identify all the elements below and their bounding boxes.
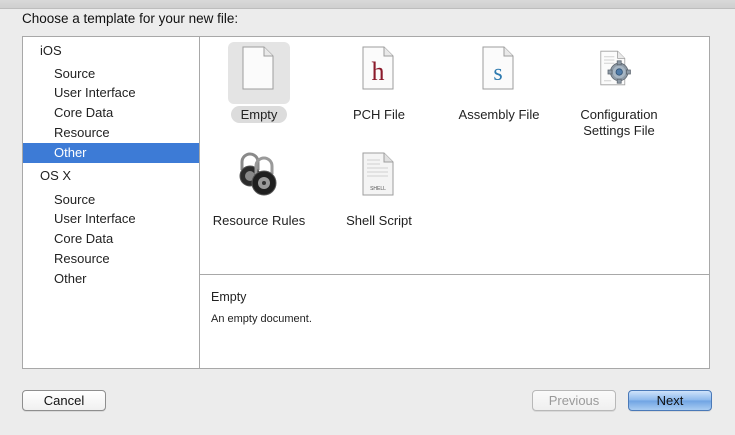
- description-title: Empty: [211, 290, 247, 304]
- sidebar-item-ios-source[interactable]: Source: [23, 64, 199, 84]
- template-tile-resource-rules[interactable]: Resource Rules: [199, 148, 319, 229]
- template-label-pch-file: PCH File: [352, 107, 405, 122]
- sidebar-item-ios-user-interface[interactable]: User Interface: [23, 83, 199, 103]
- assembly-file-glyph: s: [493, 60, 502, 86]
- template-label-assembly-file: Assembly File: [458, 107, 540, 122]
- template-label-empty: Empty: [230, 106, 288, 123]
- next-button[interactable]: Next: [628, 390, 712, 411]
- sidebar-item-ios-other[interactable]: Other: [23, 143, 199, 163]
- sidebar-group-ios[interactable]: iOS: [23, 41, 199, 61]
- sidebar-item-osx-core-data[interactable]: Core Data: [23, 229, 199, 249]
- sidebar-item-osx-source[interactable]: Source: [23, 190, 199, 210]
- dialog-heading: Choose a template for your new file:: [22, 11, 239, 26]
- window-top-edge: [0, 0, 735, 9]
- template-description-area: Empty An empty document.: [200, 275, 709, 368]
- cancel-button[interactable]: Cancel: [22, 390, 106, 411]
- template-label-configuration-line1: Configuration: [580, 107, 658, 122]
- template-grid: Empty h PCH File s Assembly File Configu…: [200, 37, 709, 275]
- description-body: An empty document.: [211, 313, 312, 325]
- sidebar-item-osx-other[interactable]: Other: [23, 269, 199, 289]
- template-tile-pch-file[interactable]: h PCH File: [319, 42, 439, 123]
- sidebar-item-osx-resource[interactable]: Resource: [23, 249, 199, 269]
- template-label-configuration-line2: Settings File: [583, 123, 655, 138]
- template-tile-assembly-file[interactable]: s Assembly File: [439, 42, 559, 123]
- template-label-resource-rules: Resource Rules: [212, 213, 306, 228]
- template-tile-shell-script[interactable]: SHELL Shell Script: [319, 148, 439, 229]
- sidebar-group-osx[interactable]: OS X: [23, 166, 199, 186]
- shell-script-document-icon: SHELL: [348, 148, 410, 210]
- sidebar-item-osx-user-interface[interactable]: User Interface: [23, 209, 199, 229]
- shell-script-icon-text: SHELL: [370, 186, 386, 192]
- template-category-sidebar: iOS Source User Interface Core Data Reso…: [23, 37, 200, 368]
- template-tile-empty[interactable]: Empty: [199, 42, 319, 123]
- template-chooser-panel: iOS Source User Interface Core Data Reso…: [22, 36, 710, 369]
- previous-button[interactable]: Previous: [532, 390, 616, 411]
- template-tile-configuration-settings-file[interactable]: Configuration Settings File: [559, 42, 679, 139]
- sidebar-item-ios-core-data[interactable]: Core Data: [23, 103, 199, 123]
- settings-gear-document-icon: [588, 42, 650, 104]
- sidebar-item-ios-resource[interactable]: Resource: [23, 123, 199, 143]
- padlocks-icon: [228, 148, 290, 210]
- header-file-icon: h: [348, 42, 410, 104]
- blank-document-icon: [228, 42, 290, 104]
- template-label-shell-script: Shell Script: [346, 213, 412, 228]
- header-file-glyph: h: [372, 57, 385, 86]
- assembly-file-icon: s: [468, 42, 530, 104]
